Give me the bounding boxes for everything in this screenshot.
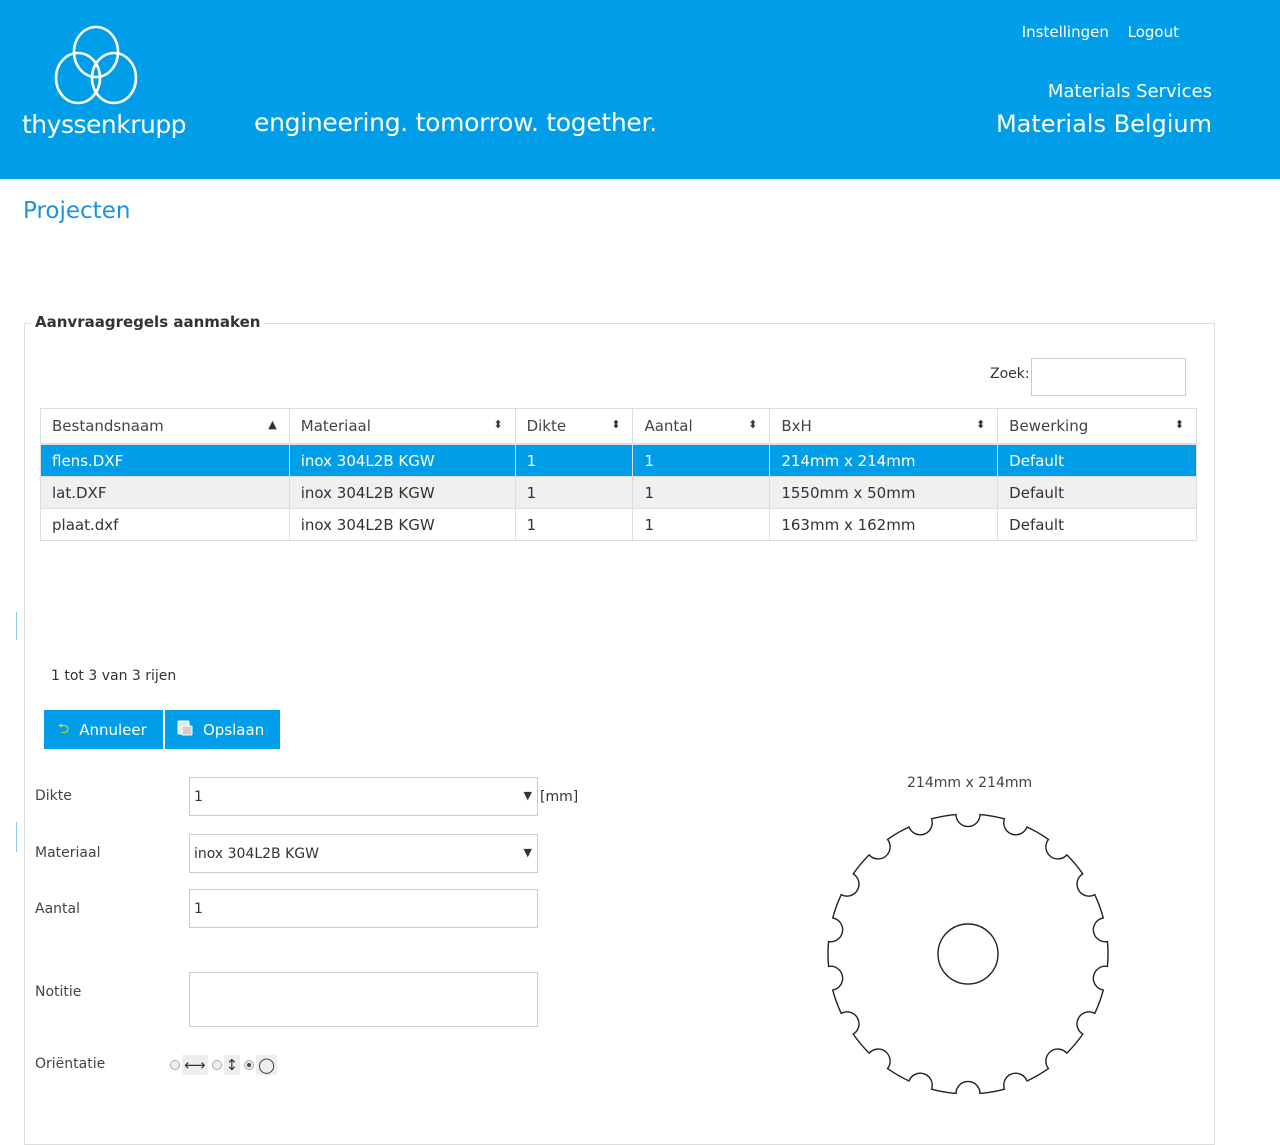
cancel-button[interactable]: ⮌ Annuleer — [44, 710, 163, 749]
cell-size: 1550mm x 50mm — [769, 476, 999, 509]
panel-legend: Aanvraagregels aanmaken — [31, 313, 265, 331]
search-label: Zoek: — [990, 366, 1030, 382]
sort-both-icon: ⬍ — [748, 418, 758, 431]
tagline: engineering. tomorrow. together. — [254, 108, 657, 137]
col-header-size[interactable]: BxH ⬍ — [769, 408, 999, 445]
cell-filename: plaat.dxf — [40, 508, 290, 541]
save-icon — [177, 720, 193, 740]
cell-filename: lat.DXF — [40, 476, 290, 509]
thickness-unit: [mm] — [540, 789, 579, 805]
cell-operation: Default — [997, 508, 1197, 541]
table-row[interactable]: lat.DXF inox 304L2B KGW 1 1 1550mm x 50m… — [40, 476, 1197, 509]
sort-both-icon: ⬍ — [493, 418, 503, 431]
note-textarea[interactable] — [189, 972, 538, 1027]
cell-thickness: 1 — [514, 476, 634, 509]
page-title: Projecten — [23, 198, 131, 224]
thyssenkrupp-logo-icon — [54, 25, 138, 105]
edge-marker — [16, 822, 17, 852]
undo-icon: ⮌ — [58, 720, 70, 737]
cell-operation: Default — [997, 476, 1197, 509]
center-hole — [937, 923, 999, 985]
material-select[interactable]: inox 304L2B KGW ▼ — [189, 834, 538, 873]
dropdown-arrow-icon: ▼ — [523, 846, 532, 859]
col-header-filename[interactable]: Bestandsnaam ▲ — [40, 408, 290, 445]
col-header-thickness[interactable]: Dikte ⬍ — [514, 408, 634, 445]
quantity-input[interactable]: 1 — [189, 889, 538, 928]
col-header-operation[interactable]: Bewerking ⬍ — [997, 408, 1197, 445]
cell-material: inox 304L2B KGW — [288, 476, 516, 509]
cell-material: inox 304L2B KGW — [288, 443, 516, 477]
cell-operation: Default — [997, 443, 1197, 477]
circle-icon: ◯ — [256, 1055, 277, 1075]
files-table: Bestandsnaam ▲ Materiaal ⬍ Dikte ⬍ Aantal ⬍ … — [40, 408, 1197, 541]
part-preview-drawing — [827, 813, 1109, 1095]
header-bar: thyssenkrupp engineering. tomorrow. toge… — [0, 0, 1280, 179]
material-label: Materiaal — [35, 845, 101, 861]
orientation-horizontal-radio[interactable] — [170, 1060, 180, 1070]
orientation-rotate-radio[interactable] — [244, 1060, 255, 1070]
table-row[interactable]: plaat.dxf inox 304L2B KGW 1 1 163mm x 16… — [40, 508, 1197, 541]
col-header-material[interactable]: Materiaal ⬍ — [288, 408, 516, 445]
dropdown-arrow-icon: ▼ — [523, 789, 532, 802]
cell-material: inox 304L2B KGW — [288, 508, 516, 541]
sort-both-icon: ⬍ — [975, 418, 986, 431]
cell-filename: flens.DXF — [40, 443, 290, 477]
service-title: Materials Belgium — [995, 110, 1212, 138]
orientation-vertical-radio[interactable] — [211, 1060, 222, 1070]
edge-marker — [16, 612, 17, 640]
note-label: Notitie — [35, 984, 82, 1000]
horizontal-arrow-icon: ⟷ — [182, 1055, 208, 1075]
sort-both-icon: ⬍ — [1174, 418, 1184, 431]
cell-quantity: 1 — [632, 476, 771, 509]
cell-size: 214mm x 214mm — [769, 443, 999, 477]
gear-outline — [827, 813, 1109, 1095]
sort-asc-icon: ▲ — [268, 418, 277, 431]
table-row[interactable]: flens.DXF inox 304L2B KGW 1 1 214mm x 21… — [40, 443, 1197, 477]
top-links: Instellingen Logout — [1008, 23, 1179, 41]
table-header-row: Bestandsnaam ▲ Materiaal ⬍ Dikte ⬍ Aantal ⬍ … — [40, 408, 1197, 445]
quantity-label: Aantal — [35, 901, 80, 917]
cell-thickness: 1 — [514, 508, 634, 541]
logout-link[interactable]: Logout — [1128, 23, 1179, 41]
thickness-select[interactable]: 1 ▼ — [189, 777, 538, 816]
orientation-options: ⟷ ↕ ◯ — [170, 1055, 281, 1075]
cell-quantity: 1 — [632, 443, 771, 477]
thickness-label: Dikte — [35, 788, 72, 804]
logo-wordmark: thyssenkrupp — [22, 110, 187, 139]
row-count: 1 tot 3 van 3 rijen — [51, 668, 177, 684]
cell-quantity: 1 — [632, 508, 771, 541]
preview-dimensions: 214mm x 214mm — [907, 775, 1033, 791]
search-input[interactable] — [1031, 358, 1186, 396]
settings-link[interactable]: Instellingen — [1022, 23, 1109, 41]
vertical-arrow-icon: ↕ — [223, 1055, 241, 1075]
service-subtitle: Materials Services — [1047, 81, 1212, 102]
cell-thickness: 1 — [514, 443, 634, 477]
cell-size: 163mm x 162mm — [769, 508, 999, 541]
sort-both-icon: ⬍ — [611, 418, 621, 431]
col-header-quantity[interactable]: Aantal ⬍ — [632, 408, 771, 445]
save-button[interactable]: Opslaan — [165, 710, 281, 749]
orientation-label: Oriëntatie — [35, 1056, 106, 1072]
